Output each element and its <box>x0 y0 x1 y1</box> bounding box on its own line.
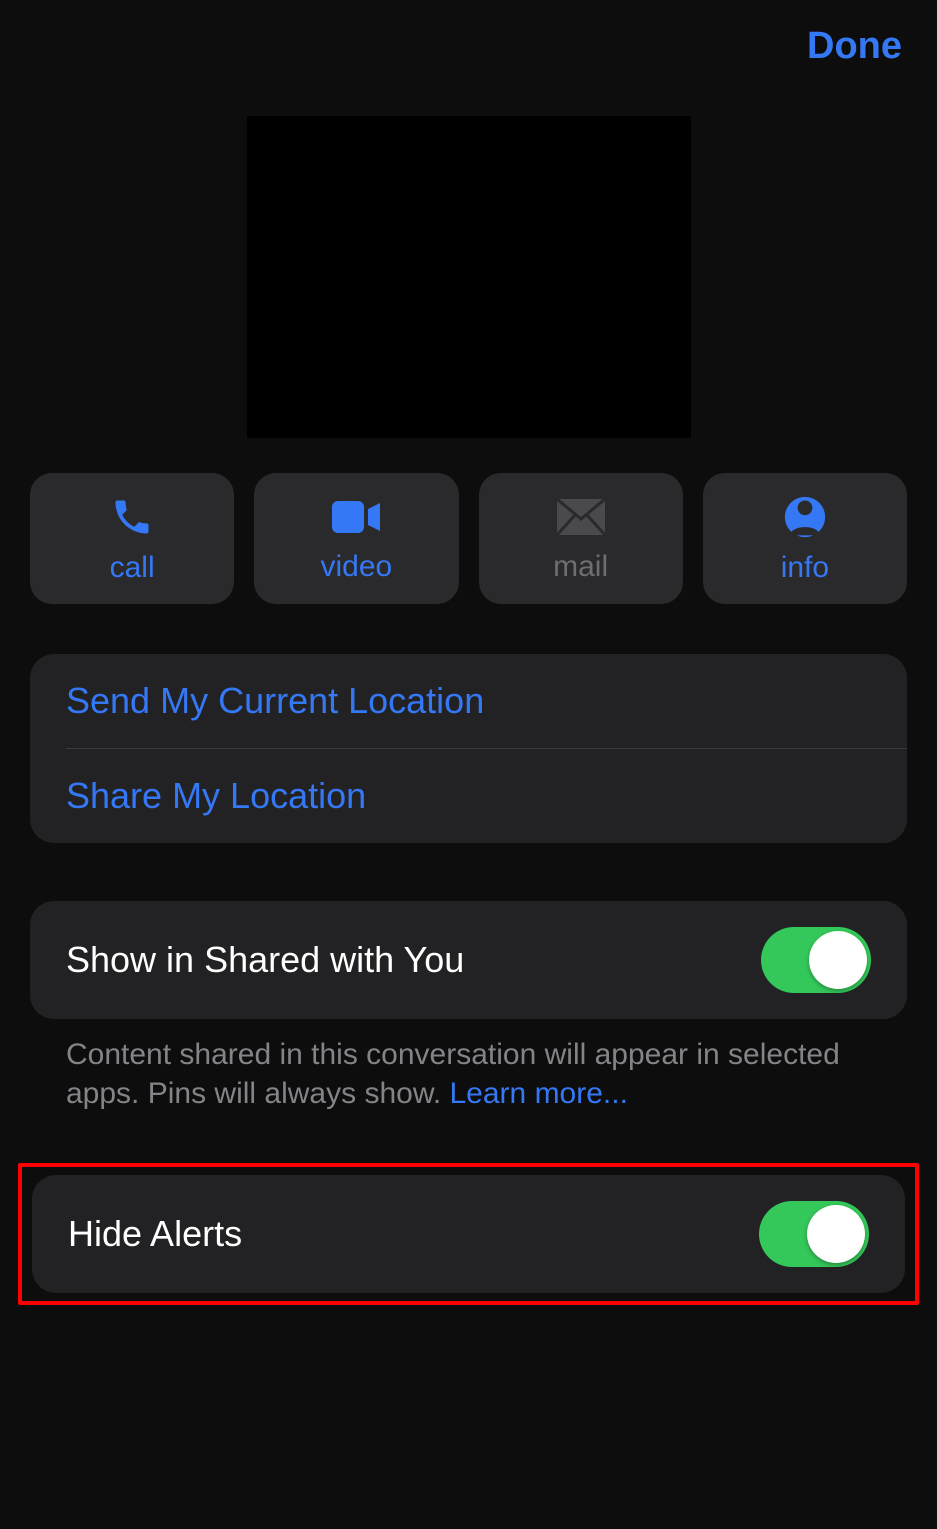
hide-alerts-toggle[interactable] <box>759 1201 869 1267</box>
highlight-frame: Hide Alerts <box>18 1163 919 1305</box>
toggle-knob <box>807 1205 865 1263</box>
shared-with-you-label: Show in Shared with You <box>66 939 464 981</box>
mail-button: mail <box>479 473 683 604</box>
phone-icon <box>108 497 156 537</box>
header: Done <box>0 0 937 68</box>
location-group: Send My Current Location Share My Locati… <box>30 654 907 843</box>
shared-with-you-group: Show in Shared with You <box>30 901 907 1019</box>
contact-avatar <box>247 116 691 438</box>
shared-with-you-toggle[interactable] <box>761 927 871 993</box>
learn-more-link[interactable]: Learn more... <box>450 1077 628 1110</box>
video-label: video <box>321 550 393 584</box>
hide-alerts-row[interactable]: Hide Alerts <box>32 1175 905 1293</box>
info-icon <box>781 497 829 537</box>
action-row: call video mail info <box>0 473 937 604</box>
info-button[interactable]: info <box>703 473 907 604</box>
avatar-area <box>0 116 937 438</box>
shared-with-you-footer: Content shared in this conversation will… <box>0 1019 937 1113</box>
mail-label: mail <box>553 550 608 584</box>
video-icon <box>332 497 380 536</box>
toggle-knob <box>809 931 867 989</box>
hide-alerts-label: Hide Alerts <box>68 1213 242 1255</box>
video-button[interactable]: video <box>254 473 458 604</box>
mail-icon <box>557 497 605 536</box>
share-location-row[interactable]: Share My Location <box>30 749 907 843</box>
info-label: info <box>781 551 829 585</box>
call-label: call <box>110 551 155 585</box>
shared-with-you-row[interactable]: Show in Shared with You <box>30 901 907 1019</box>
done-button[interactable]: Done <box>807 25 902 68</box>
hide-alerts-group: Hide Alerts <box>32 1175 905 1293</box>
call-button[interactable]: call <box>30 473 234 604</box>
send-location-row[interactable]: Send My Current Location <box>30 654 907 748</box>
